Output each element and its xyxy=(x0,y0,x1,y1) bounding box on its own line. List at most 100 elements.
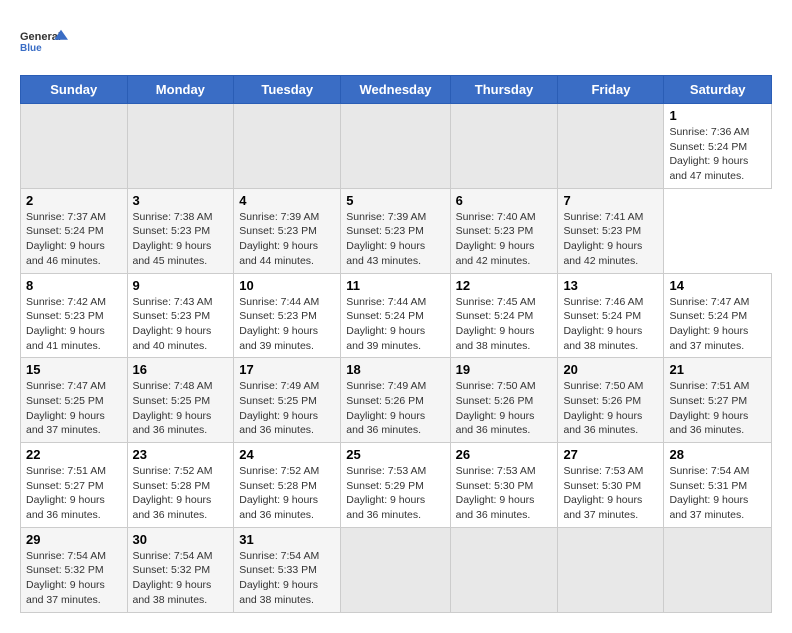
page-header: General Blue xyxy=(20,20,772,65)
calendar-cell: 15 Sunrise: 7:47 AMSunset: 5:25 PMDaylig… xyxy=(21,358,128,443)
calendar-week-3: 15 Sunrise: 7:47 AMSunset: 5:25 PMDaylig… xyxy=(21,358,772,443)
day-info: Sunrise: 7:48 AMSunset: 5:25 PMDaylight:… xyxy=(133,379,229,438)
day-info: Sunrise: 7:53 AMSunset: 5:29 PMDaylight:… xyxy=(346,464,444,523)
calendar-cell: 12 Sunrise: 7:45 AMSunset: 5:24 PMDaylig… xyxy=(450,273,558,358)
header-row: SundayMondayTuesdayWednesdayThursdayFrid… xyxy=(21,76,772,104)
day-info: Sunrise: 7:45 AMSunset: 5:24 PMDaylight:… xyxy=(456,295,553,354)
day-info: Sunrise: 7:38 AMSunset: 5:23 PMDaylight:… xyxy=(133,210,229,269)
calendar-cell: 16 Sunrise: 7:48 AMSunset: 5:25 PMDaylig… xyxy=(127,358,234,443)
calendar-cell: 30 Sunrise: 7:54 AMSunset: 5:32 PMDaylig… xyxy=(127,527,234,612)
day-info: Sunrise: 7:49 AMSunset: 5:26 PMDaylight:… xyxy=(346,379,444,438)
day-info: Sunrise: 7:53 AMSunset: 5:30 PMDaylight:… xyxy=(456,464,553,523)
day-number: 29 xyxy=(26,532,122,547)
calendar-week-4: 22 Sunrise: 7:51 AMSunset: 5:27 PMDaylig… xyxy=(21,443,772,528)
calendar-cell: 1 Sunrise: 7:36 AMSunset: 5:24 PMDayligh… xyxy=(664,104,772,189)
day-info: Sunrise: 7:50 AMSunset: 5:26 PMDaylight:… xyxy=(563,379,658,438)
day-info: Sunrise: 7:54 AMSunset: 5:33 PMDaylight:… xyxy=(239,549,335,608)
day-number: 5 xyxy=(346,193,444,208)
day-number: 21 xyxy=(669,362,766,377)
day-info: Sunrise: 7:42 AMSunset: 5:23 PMDaylight:… xyxy=(26,295,122,354)
calendar-cell: 27 Sunrise: 7:53 AMSunset: 5:30 PMDaylig… xyxy=(558,443,664,528)
day-header-tuesday: Tuesday xyxy=(234,76,341,104)
calendar-cell: 9 Sunrise: 7:43 AMSunset: 5:23 PMDayligh… xyxy=(127,273,234,358)
day-info: Sunrise: 7:54 AMSunset: 5:32 PMDaylight:… xyxy=(133,549,229,608)
calendar-cell: 28 Sunrise: 7:54 AMSunset: 5:31 PMDaylig… xyxy=(664,443,772,528)
day-number: 15 xyxy=(26,362,122,377)
day-info: Sunrise: 7:46 AMSunset: 5:24 PMDaylight:… xyxy=(563,295,658,354)
calendar-cell: 8 Sunrise: 7:42 AMSunset: 5:23 PMDayligh… xyxy=(21,273,128,358)
day-number: 26 xyxy=(456,447,553,462)
calendar-cell: 5 Sunrise: 7:39 AMSunset: 5:23 PMDayligh… xyxy=(341,188,450,273)
calendar-cell: 22 Sunrise: 7:51 AMSunset: 5:27 PMDaylig… xyxy=(21,443,128,528)
day-number: 11 xyxy=(346,278,444,293)
day-number: 17 xyxy=(239,362,335,377)
svg-text:Blue: Blue xyxy=(20,43,42,54)
calendar-cell: 7 Sunrise: 7:41 AMSunset: 5:23 PMDayligh… xyxy=(558,188,664,273)
calendar-week-2: 8 Sunrise: 7:42 AMSunset: 5:23 PMDayligh… xyxy=(21,273,772,358)
calendar-week-1: 2 Sunrise: 7:37 AMSunset: 5:24 PMDayligh… xyxy=(21,188,772,273)
day-number: 1 xyxy=(669,108,766,123)
calendar-cell: 23 Sunrise: 7:52 AMSunset: 5:28 PMDaylig… xyxy=(127,443,234,528)
calendar-cell: 11 Sunrise: 7:44 AMSunset: 5:24 PMDaylig… xyxy=(341,273,450,358)
day-number: 14 xyxy=(669,278,766,293)
calendar-cell xyxy=(558,104,664,189)
day-info: Sunrise: 7:50 AMSunset: 5:26 PMDaylight:… xyxy=(456,379,553,438)
calendar-cell: 29 Sunrise: 7:54 AMSunset: 5:32 PMDaylig… xyxy=(21,527,128,612)
day-header-thursday: Thursday xyxy=(450,76,558,104)
day-info: Sunrise: 7:51 AMSunset: 5:27 PMDaylight:… xyxy=(669,379,766,438)
day-info: Sunrise: 7:43 AMSunset: 5:23 PMDaylight:… xyxy=(133,295,229,354)
day-header-saturday: Saturday xyxy=(664,76,772,104)
day-info: Sunrise: 7:44 AMSunset: 5:23 PMDaylight:… xyxy=(239,295,335,354)
day-number: 20 xyxy=(563,362,658,377)
day-info: Sunrise: 7:47 AMSunset: 5:24 PMDaylight:… xyxy=(669,295,766,354)
calendar-cell: 25 Sunrise: 7:53 AMSunset: 5:29 PMDaylig… xyxy=(341,443,450,528)
calendar-cell xyxy=(341,104,450,189)
logo-svg: General Blue xyxy=(20,20,70,65)
calendar-week-5: 29 Sunrise: 7:54 AMSunset: 5:32 PMDaylig… xyxy=(21,527,772,612)
day-number: 23 xyxy=(133,447,229,462)
calendar-cell: 18 Sunrise: 7:49 AMSunset: 5:26 PMDaylig… xyxy=(341,358,450,443)
day-info: Sunrise: 7:40 AMSunset: 5:23 PMDaylight:… xyxy=(456,210,553,269)
calendar-cell: 26 Sunrise: 7:53 AMSunset: 5:30 PMDaylig… xyxy=(450,443,558,528)
calendar-cell: 17 Sunrise: 7:49 AMSunset: 5:25 PMDaylig… xyxy=(234,358,341,443)
day-header-wednesday: Wednesday xyxy=(341,76,450,104)
day-number: 13 xyxy=(563,278,658,293)
day-number: 28 xyxy=(669,447,766,462)
day-info: Sunrise: 7:52 AMSunset: 5:28 PMDaylight:… xyxy=(239,464,335,523)
day-number: 24 xyxy=(239,447,335,462)
calendar-cell: 20 Sunrise: 7:50 AMSunset: 5:26 PMDaylig… xyxy=(558,358,664,443)
calendar-cell: 3 Sunrise: 7:38 AMSunset: 5:23 PMDayligh… xyxy=(127,188,234,273)
day-number: 31 xyxy=(239,532,335,547)
day-info: Sunrise: 7:49 AMSunset: 5:25 PMDaylight:… xyxy=(239,379,335,438)
day-info: Sunrise: 7:39 AMSunset: 5:23 PMDaylight:… xyxy=(239,210,335,269)
day-info: Sunrise: 7:41 AMSunset: 5:23 PMDaylight:… xyxy=(563,210,658,269)
day-number: 6 xyxy=(456,193,553,208)
day-number: 27 xyxy=(563,447,658,462)
day-info: Sunrise: 7:36 AMSunset: 5:24 PMDaylight:… xyxy=(669,125,766,184)
day-header-sunday: Sunday xyxy=(21,76,128,104)
day-number: 19 xyxy=(456,362,553,377)
calendar-cell xyxy=(21,104,128,189)
day-info: Sunrise: 7:53 AMSunset: 5:30 PMDaylight:… xyxy=(563,464,658,523)
calendar-cell xyxy=(664,527,772,612)
day-info: Sunrise: 7:51 AMSunset: 5:27 PMDaylight:… xyxy=(26,464,122,523)
day-number: 3 xyxy=(133,193,229,208)
day-number: 2 xyxy=(26,193,122,208)
calendar-cell: 2 Sunrise: 7:37 AMSunset: 5:24 PMDayligh… xyxy=(21,188,128,273)
day-number: 30 xyxy=(133,532,229,547)
calendar-cell: 14 Sunrise: 7:47 AMSunset: 5:24 PMDaylig… xyxy=(664,273,772,358)
day-number: 9 xyxy=(133,278,229,293)
calendar-cell: 6 Sunrise: 7:40 AMSunset: 5:23 PMDayligh… xyxy=(450,188,558,273)
calendar-cell: 24 Sunrise: 7:52 AMSunset: 5:28 PMDaylig… xyxy=(234,443,341,528)
day-header-friday: Friday xyxy=(558,76,664,104)
logo: General Blue xyxy=(20,20,70,65)
day-info: Sunrise: 7:37 AMSunset: 5:24 PMDaylight:… xyxy=(26,210,122,269)
calendar-cell: 21 Sunrise: 7:51 AMSunset: 5:27 PMDaylig… xyxy=(664,358,772,443)
day-info: Sunrise: 7:54 AMSunset: 5:32 PMDaylight:… xyxy=(26,549,122,608)
day-number: 16 xyxy=(133,362,229,377)
calendar-cell xyxy=(450,527,558,612)
calendar-cell xyxy=(234,104,341,189)
day-info: Sunrise: 7:44 AMSunset: 5:24 PMDaylight:… xyxy=(346,295,444,354)
calendar-cell xyxy=(127,104,234,189)
calendar-table: SundayMondayTuesdayWednesdayThursdayFrid… xyxy=(20,75,772,613)
